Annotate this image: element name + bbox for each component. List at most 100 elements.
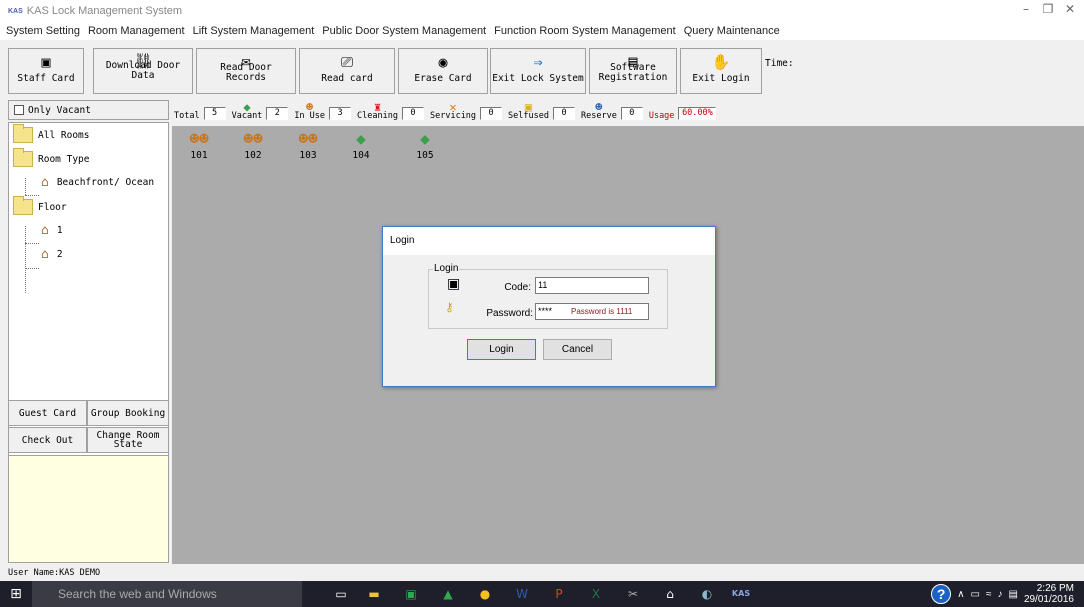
- in-use-label: ☻ In Use: [294, 100, 326, 121]
- download-door-data-button[interactable]: ⛓ Download Door Data: [93, 48, 193, 94]
- menu-system-setting[interactable]: System Setting: [6, 25, 80, 37]
- menu-public-door[interactable]: Public Door System Management: [322, 25, 486, 37]
- staff-card-icon: ▣: [41, 53, 51, 71]
- tree-all-rooms[interactable]: All Rooms: [13, 124, 89, 143]
- room-104[interactable]: ◆ 104: [343, 130, 379, 162]
- tree-floor-2[interactable]: ⌂ 2: [41, 247, 63, 262]
- room-101[interactable]: ☻☻ 101: [181, 129, 217, 162]
- window-title: KAS Lock Management System: [26, 5, 183, 17]
- change-room-state-button[interactable]: Change Room State: [87, 427, 169, 453]
- status-bar: Total 5 ◆ Vacant 2 ☻ In Use 3 ♜ Cleaning 0 …: [172, 100, 1084, 124]
- tree-room-type-beachfront[interactable]: ⌂ Beachfront/ Ocean: [41, 175, 154, 190]
- vacant-count: 2: [266, 107, 289, 120]
- total-count: 5: [203, 107, 226, 120]
- staff-card-button[interactable]: ▣ Staff Card: [8, 48, 84, 94]
- only-vacant-checkbox[interactable]: Only Vacant: [8, 100, 169, 120]
- taskbar: ⊞ Search the web and Windows: [0, 581, 1084, 607]
- notification-icon[interactable]: ▤: [1008, 589, 1017, 600]
- wifi-icon[interactable]: ≈: [986, 589, 992, 600]
- green-app-icon[interactable]: ▲: [437, 583, 459, 605]
- clock-date: 29/01/2016: [1023, 594, 1074, 605]
- toolbar: ▣ Staff Card ⛓ Download Door Data ✉ Read…: [0, 44, 1084, 96]
- in-use-guest-icon: ☻☻: [298, 129, 318, 148]
- menu-room-management[interactable]: Room Management: [88, 25, 185, 37]
- cleaning-count: 0: [401, 107, 424, 120]
- read-card-button[interactable]: ⎚ Read card: [299, 48, 395, 94]
- tree-room-type[interactable]: Room Type: [13, 148, 89, 167]
- total-label: Total: [174, 111, 200, 121]
- software-registration-button[interactable]: ▤ Software Registration: [589, 48, 677, 94]
- only-vacant-label: Only Vacant: [28, 104, 91, 116]
- servicing-label: ✕ Servicing: [429, 100, 477, 121]
- maximize-icon[interactable]: ❐: [1038, 2, 1058, 16]
- tool-app-icon[interactable]: ✂: [622, 583, 644, 605]
- room-105[interactable]: ◆ 105: [407, 130, 443, 162]
- user-status-bar: User Name:KAS DEMO: [0, 566, 1084, 580]
- reserve-icon: ☻: [595, 100, 603, 114]
- system-tray: ? ∧ ▭ ≈ ♪ ▤ 2:26 PM 29/01/2016: [931, 581, 1074, 607]
- exit-lock-system-button[interactable]: ⇒ Exit Lock System: [490, 48, 586, 94]
- taskbar-search[interactable]: Search the web and Windows: [32, 581, 302, 607]
- key-icon: ⚷: [445, 300, 454, 314]
- in-use-guest-icon: ☻☻: [189, 129, 209, 148]
- checkbox-box[interactable]: [14, 105, 24, 115]
- password-label: Password:: [486, 308, 533, 319]
- task-view-icon[interactable]: ▭: [330, 583, 352, 605]
- lock-app-icon[interactable]: ⌂: [659, 583, 681, 605]
- room-103[interactable]: ☻☻ 103: [290, 129, 326, 162]
- login-group-label: Login: [433, 263, 460, 274]
- kas-app-icon[interactable]: KAS: [726, 583, 756, 605]
- word-icon[interactable]: W: [511, 583, 533, 605]
- chrome-icon[interactable]: ●: [474, 583, 496, 605]
- exit-login-button[interactable]: ✋ Exit Login: [680, 48, 762, 94]
- servicing-count: 0: [480, 107, 503, 120]
- excel-icon[interactable]: X: [585, 583, 607, 605]
- read-card-icon: ⎚: [340, 53, 353, 71]
- close-icon[interactable]: ✕: [1060, 2, 1080, 16]
- tree-floor-1[interactable]: ⌂ 1: [41, 223, 63, 238]
- code-label: Code:: [504, 282, 531, 293]
- powerpoint-icon[interactable]: P: [548, 583, 570, 605]
- in-use-count: 3: [329, 107, 352, 120]
- code-input[interactable]: 11: [535, 277, 649, 294]
- login-button[interactable]: Login: [467, 339, 536, 360]
- cancel-button[interactable]: Cancel: [543, 339, 612, 360]
- tree-floor[interactable]: Floor: [13, 196, 67, 215]
- volume-icon[interactable]: ♪: [997, 589, 1002, 600]
- menu-lift-system[interactable]: Lift System Management: [193, 25, 315, 37]
- help-icon[interactable]: ?: [931, 584, 952, 604]
- exit-arrow-icon: ⇒: [533, 53, 543, 71]
- in-use-guest-icon: ☻☻: [243, 129, 263, 148]
- erase-card-button[interactable]: ◉ Erase Card: [398, 48, 488, 94]
- minimize-icon[interactable]: –: [1016, 2, 1036, 16]
- password-hint: Password is 1111: [571, 307, 633, 316]
- menu-function-room[interactable]: Function Room System Management: [494, 25, 676, 37]
- menu-query-maintenance[interactable]: Query Maintenance: [684, 25, 780, 37]
- house-icon: ⌂: [41, 223, 49, 238]
- network-icon[interactable]: ▭: [971, 589, 980, 600]
- tray-chevron-icon[interactable]: ∧: [957, 589, 964, 600]
- vacant-label: ◆ Vacant: [231, 100, 263, 121]
- house-icon: ⌂: [41, 175, 49, 190]
- store-app-icon[interactable]: ▣: [400, 583, 422, 605]
- selfused-count: 0: [553, 107, 575, 120]
- file-explorer-icon[interactable]: ▬: [363, 583, 385, 605]
- menu-bar: System Setting Room Management Lift Syst…: [0, 22, 1084, 40]
- clock[interactable]: 2:26 PM 29/01/2016: [1024, 583, 1074, 605]
- guest-card-button[interactable]: Guest Card: [8, 400, 87, 426]
- staff-card-icon: ▣: [447, 276, 461, 292]
- group-booking-button[interactable]: Group Booking: [87, 400, 169, 426]
- erase-card-icon: ◉: [438, 53, 448, 71]
- usage-label: Usage: [648, 111, 675, 121]
- browser-app-icon[interactable]: ◐: [696, 583, 718, 605]
- selfused-lock-icon: ▣: [524, 100, 533, 114]
- title-bar: KAS KAS Lock Management System – ❐ ✕: [0, 0, 1084, 22]
- house-icon: ⌂: [41, 247, 49, 262]
- app-logo: KAS: [8, 7, 23, 15]
- windows-start-icon[interactable]: ⊞: [0, 581, 32, 607]
- room-102[interactable]: ☻☻ 102: [235, 129, 271, 162]
- check-out-button[interactable]: Check Out: [8, 427, 87, 453]
- exit-login-icon: ✋: [711, 53, 731, 71]
- in-use-icon: ☻: [306, 100, 314, 114]
- read-door-records-button[interactable]: ✉ Read Door Records: [196, 48, 296, 94]
